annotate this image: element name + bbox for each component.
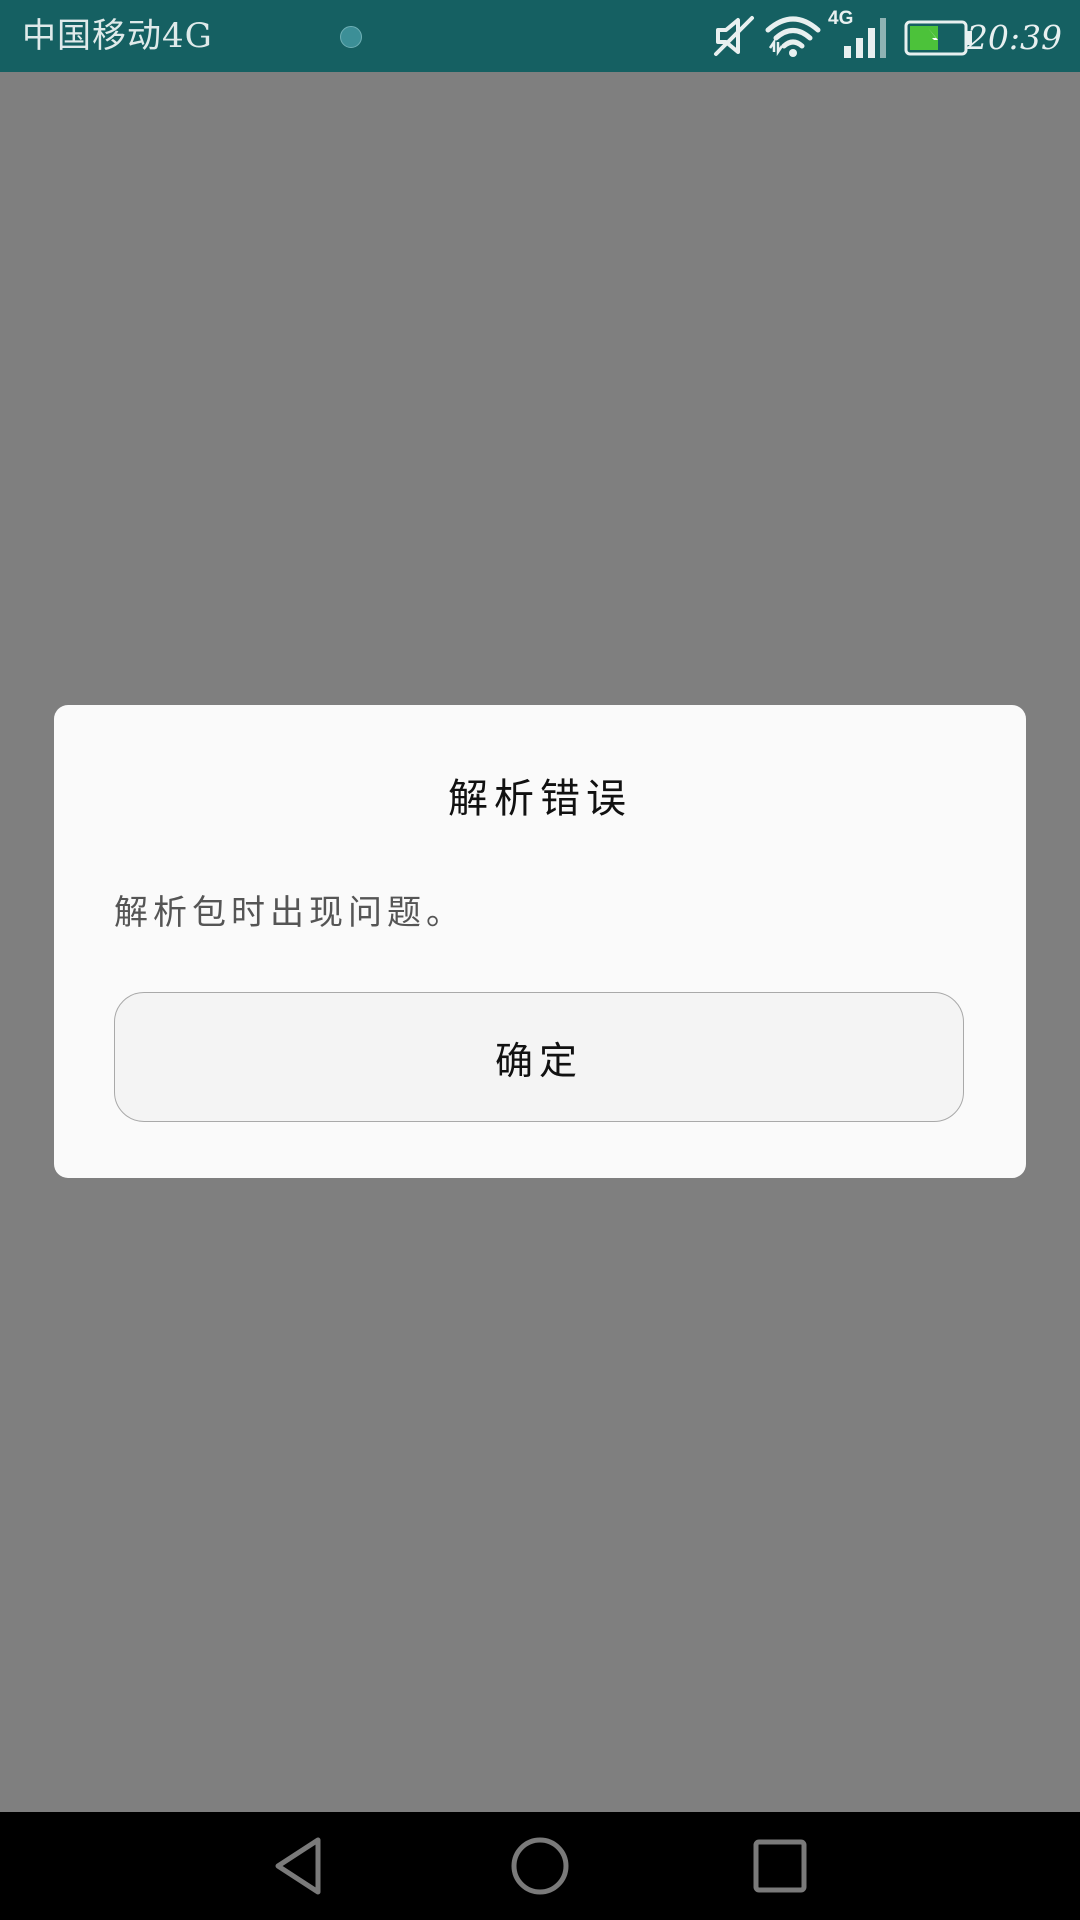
ok-button[interactable]: 确定 <box>114 992 964 1122</box>
home-icon[interactable] <box>508 1834 572 1898</box>
error-dialog: 解析错误 解析包时出现问题。 确定 <box>54 705 1026 1178</box>
status-bar: 中国移动4G 4G 20:39 <box>0 0 1080 72</box>
wifi-icon <box>765 16 821 57</box>
notification-dot-icon <box>340 26 362 48</box>
recents-icon[interactable] <box>748 1834 812 1898</box>
dialog-message: 解析包时出现问题。 <box>114 893 465 933</box>
battery-charging-icon <box>904 20 972 56</box>
carrier-label: 中国移动4G <box>22 16 213 56</box>
navigation-bar <box>0 1812 1080 1920</box>
clock: 20:39 <box>966 18 1062 57</box>
screen: 中国移动4G 4G 20:39 解析错误 解析包时出现问题。 确定 <box>0 0 1080 1920</box>
dialog-title: 解析错误 <box>448 776 632 822</box>
signal-icon <box>844 18 886 58</box>
mute-icon <box>714 16 754 56</box>
back-icon[interactable] <box>268 1834 332 1898</box>
